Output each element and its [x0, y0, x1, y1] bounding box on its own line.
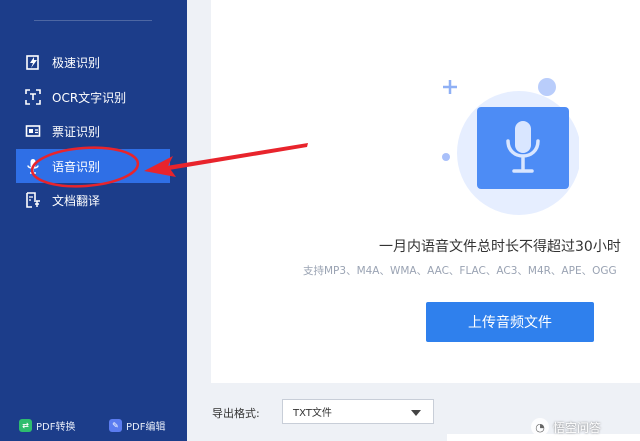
sidebar-item-label: 文档翻译 — [52, 193, 101, 208]
export-format-label: 导出格式: — [212, 407, 260, 420]
supported-formats-text: 支持MP3、M4A、WMA、AAC、FLAC、AC3、M4R、APE、OGG — [303, 265, 617, 277]
sidebar: 极速识别 OCR文字识别 票证识别 语音识别 文档翻译 ⇄ PDF转换 ✎ PD… — [0, 0, 187, 441]
export-format-value: TXT文件 — [293, 408, 332, 419]
sidebar-item-translate[interactable]: 文档翻译 — [16, 183, 170, 217]
chat-bubble-icon: ◔ — [531, 418, 549, 436]
export-format-select[interactable]: TXT文件 — [282, 399, 434, 424]
ticket-icon — [24, 122, 42, 140]
sidebar-item-label: 语音识别 — [52, 159, 101, 174]
upload-panel: 一月内语音文件总时长不得超过30小时 支持MP3、M4A、WMA、AAC、FLA… — [211, 0, 640, 383]
chevron-down-icon — [411, 410, 421, 416]
sidebar-item-label: 票证识别 — [52, 124, 101, 139]
pdf-edit-label: PDF编辑 — [126, 422, 166, 433]
divider — [34, 20, 152, 21]
microphone-icon — [24, 157, 42, 175]
upload-audio-button[interactable]: 上传音频文件 — [426, 302, 594, 342]
sidebar-item-fast-recognize[interactable]: 极速识别 — [16, 45, 170, 79]
microphone-illustration — [439, 77, 581, 217]
pdf-edit-button[interactable]: ✎ PDF编辑 — [109, 418, 165, 433]
fast-recognize-icon — [24, 53, 42, 71]
translate-icon — [24, 191, 42, 209]
sidebar-item-ocr[interactable]: OCR文字识别 — [16, 80, 170, 114]
sidebar-item-label: OCR文字识别 — [52, 90, 127, 105]
watermark-text: 悟空问答 — [553, 420, 602, 435]
ocr-scan-icon — [24, 88, 42, 106]
pdf-edit-icon: ✎ — [109, 419, 122, 432]
pdf-convert-label: PDF转换 — [36, 422, 76, 433]
sidebar-item-ticket[interactable]: 票证识别 — [16, 114, 170, 148]
pdf-convert-icon: ⇄ — [19, 419, 32, 432]
pdf-convert-button[interactable]: ⇄ PDF转换 — [19, 418, 75, 433]
sidebar-item-voice[interactable]: 语音识别 — [16, 149, 170, 183]
sidebar-item-label: 极速识别 — [52, 55, 101, 70]
duration-limit-text: 一月内语音文件总时长不得超过30小时 — [379, 239, 621, 255]
watermark: ◔ 悟空问答 — [531, 418, 601, 436]
